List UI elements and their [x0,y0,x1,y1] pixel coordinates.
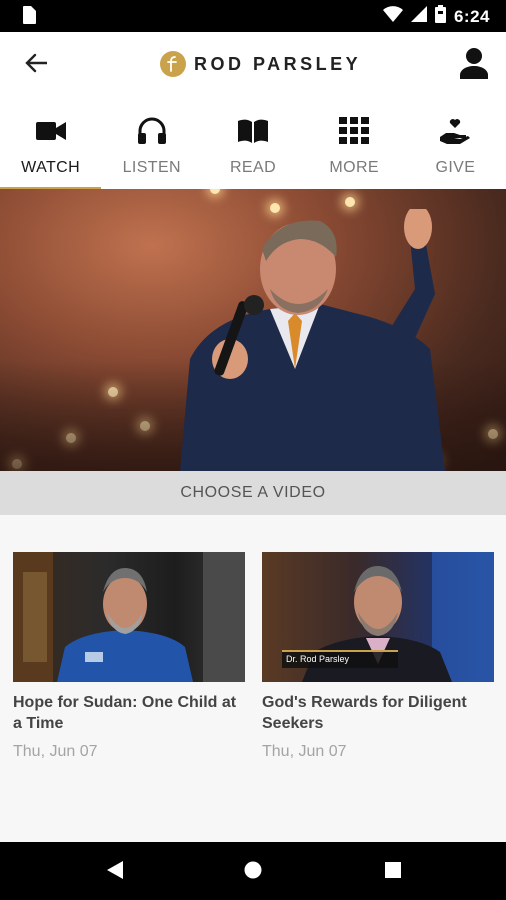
video-title: Hope for Sudan: One Child at a Time [13,694,237,732]
nav-recents-button[interactable] [380,861,406,883]
tab-label: GIVE [435,159,476,176]
featured-video-player[interactable] [0,189,506,471]
tab-listen[interactable]: LISTEN [101,104,202,188]
video-date: Thu, Jun 07 [262,743,347,760]
hand-heart-icon [439,114,471,148]
video-date: Thu, Jun 07 [13,743,98,760]
speaker-figure [13,552,245,682]
nav-back-button[interactable] [102,860,128,884]
tab-give[interactable]: GIVE [405,104,506,188]
status-bar: 6:24 [0,0,506,32]
battery-icon [434,5,446,28]
book-icon [238,114,268,148]
video-title: God's Rewards for Diligent Seekers [262,694,467,732]
tab-label: LISTEN [122,159,182,176]
section-tabs: WATCH LISTEN READ MORE GIVE [0,104,506,190]
brand-name: ROD PARSLEY [194,53,362,74]
video-card[interactable]: Hope for Sudan: One Child at a Time Thu,… [13,552,245,761]
circle-home-icon [244,861,262,884]
tab-label: READ [229,159,277,176]
nav-home-button[interactable] [240,861,266,883]
back-button[interactable] [18,47,54,83]
video-list: Hope for Sudan: One Child at a Time Thu,… [0,515,506,842]
stage-light [210,189,220,194]
cellular-signal-icon [410,6,427,27]
tab-label: MORE [329,159,380,176]
video-camera-icon [35,114,66,148]
status-time: 6:24 [453,6,490,26]
speaker-figure [180,209,445,471]
person-icon [460,47,488,84]
brand-logo-icon [160,51,186,77]
system-nav-bar [0,842,506,900]
video-thumbnail[interactable] [13,552,245,682]
tab-label: WATCH [21,159,81,176]
video-card[interactable]: Dr. Rod Parsley God's Rewards for Dilige… [262,552,494,761]
app-screen: ROD PARSLEY WATCH LISTEN READ MORE GIVE … [0,32,506,842]
stage-light [345,197,355,207]
choose-video-header: CHOOSE A VIDEO [0,471,506,515]
app-bar: ROD PARSLEY [0,32,506,98]
video-thumbnail-caption: Dr. Rod Parsley [286,654,350,664]
triangle-back-icon [107,860,123,884]
headphones-icon [137,114,167,148]
tab-watch[interactable]: WATCH [0,104,102,190]
arrow-left-icon [25,53,49,78]
choose-video-label: CHOOSE A VIDEO [180,484,326,501]
tab-more[interactable]: MORE [304,104,405,188]
wifi-icon [382,6,403,27]
video-thumbnail[interactable]: Dr. Rod Parsley [262,552,494,682]
square-recents-icon [385,861,401,883]
profile-button[interactable] [456,46,492,84]
brand-logo-area: ROD PARSLEY [160,51,361,77]
sim-card-icon [22,6,36,29]
tab-read[interactable]: READ [202,104,303,188]
grid-icon [339,114,370,148]
